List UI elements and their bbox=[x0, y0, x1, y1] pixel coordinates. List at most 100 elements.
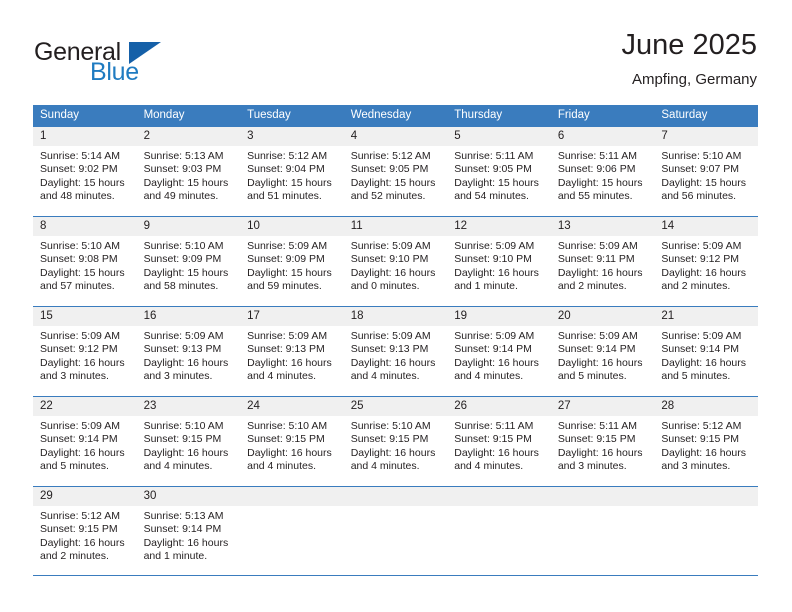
day-number: 13 bbox=[550, 217, 655, 236]
day-cell[interactable]: 18 Sunrise: 5:09 AM Sunset: 9:13 PM Dayligh… bbox=[343, 306, 448, 397]
daylight-text-line2: and 51 minutes. bbox=[247, 190, 322, 203]
weekday-header-thursday: Thursday bbox=[447, 105, 551, 127]
daylight-text-line2: and 4 minutes. bbox=[143, 460, 213, 473]
day-cell[interactable]: 8 Sunrise: 5:10 AM Sunset: 9:08 PM Daylight… bbox=[33, 216, 137, 307]
daylight-text-line2: and 4 minutes. bbox=[350, 460, 420, 473]
day-details: Sunrise: 5:09 AM Sunset: 9:13 PM Daylight:… bbox=[137, 326, 241, 384]
day-cell[interactable]: 2 Sunrise: 5:13 AM Sunset: 9:03 PM Daylight… bbox=[136, 126, 241, 217]
day-number: 3 bbox=[240, 127, 344, 146]
day-number bbox=[654, 487, 758, 506]
sunset-text: Sunset: 9:14 PM bbox=[143, 523, 222, 536]
day-cell[interactable]: 4 Sunrise: 5:12 AM Sunset: 9:05 PM Daylight… bbox=[343, 126, 448, 217]
day-details: Sunrise: 5:11 AM Sunset: 9:15 PM Daylight:… bbox=[447, 416, 551, 474]
day-number: 29 bbox=[33, 487, 137, 506]
day-number: 4 bbox=[343, 127, 448, 146]
day-cell[interactable]: 29 Sunrise: 5:12 AM Sunset: 9:15 PM Dayligh… bbox=[33, 486, 137, 576]
day-cell[interactable]: 6 Sunrise: 5:11 AM Sunset: 9:06 PM Daylight… bbox=[550, 126, 655, 217]
daylight-text-line2: and 3 minutes. bbox=[661, 460, 731, 473]
day-cell[interactable]: 21 Sunrise: 5:09 AM Sunset: 9:14 PM Dayligh… bbox=[654, 306, 758, 397]
day-cell[interactable]: 16 Sunrise: 5:09 AM Sunset: 9:13 PM Dayligh… bbox=[136, 306, 241, 397]
sunset-text: Sunset: 9:09 PM bbox=[143, 253, 222, 266]
day-number: 1 bbox=[33, 127, 137, 146]
day-cell[interactable]: 19 Sunrise: 5:09 AM Sunset: 9:14 PM Dayligh… bbox=[447, 306, 551, 397]
sunrise-text: Sunrise: 5:09 AM bbox=[557, 330, 638, 342]
sunset-text: Sunset: 9:15 PM bbox=[557, 433, 636, 446]
daylight-text-line1: Daylight: 16 hours bbox=[557, 446, 643, 459]
weekday-header-wednesday: Wednesday bbox=[343, 105, 448, 127]
day-cell[interactable]: 26 Sunrise: 5:11 AM Sunset: 9:15 PM Dayligh… bbox=[447, 396, 551, 487]
calendar-week-row: 8 Sunrise: 5:10 AM Sunset: 9:08 PM Daylight… bbox=[33, 216, 758, 307]
day-number: 24 bbox=[240, 397, 344, 416]
daylight-text-line2: and 1 minute. bbox=[454, 280, 518, 293]
day-cell[interactable]: 3 Sunrise: 5:12 AM Sunset: 9:04 PM Daylight… bbox=[240, 126, 344, 217]
daylight-text-line2: and 3 minutes. bbox=[143, 370, 213, 383]
day-details: Sunrise: 5:12 AM Sunset: 9:05 PM Daylight:… bbox=[344, 146, 448, 204]
day-number: 23 bbox=[136, 397, 241, 416]
day-number: 20 bbox=[550, 307, 655, 326]
day-details: Sunrise: 5:09 AM Sunset: 9:14 PM Daylight:… bbox=[33, 416, 137, 474]
calendar-page: General Blue June 2025 Ampfing, Germany … bbox=[0, 0, 792, 612]
day-cell-empty bbox=[343, 486, 448, 576]
sunrise-text: Sunrise: 5:11 AM bbox=[454, 150, 534, 162]
day-cell[interactable]: 22 Sunrise: 5:09 AM Sunset: 9:14 PM Dayligh… bbox=[33, 396, 137, 487]
day-cell[interactable]: 30 Sunrise: 5:13 AM Sunset: 9:14 PM Dayligh… bbox=[136, 486, 241, 576]
day-cell[interactable]: 10 Sunrise: 5:09 AM Sunset: 9:09 PM Dayligh… bbox=[240, 216, 344, 307]
day-details: Sunrise: 5:09 AM Sunset: 9:14 PM Daylight:… bbox=[447, 326, 551, 384]
daylight-text-line1: Daylight: 15 hours bbox=[247, 176, 332, 189]
day-cell[interactable]: 25 Sunrise: 5:10 AM Sunset: 9:15 PM Dayligh… bbox=[343, 396, 448, 487]
sunset-text: Sunset: 9:14 PM bbox=[661, 343, 740, 356]
weekday-header-friday: Friday bbox=[550, 105, 655, 127]
brand-logo[interactable]: General Blue bbox=[33, 28, 263, 90]
daylight-text-line2: and 5 minutes. bbox=[661, 370, 731, 383]
sunset-text: Sunset: 9:03 PM bbox=[143, 163, 222, 176]
day-cell[interactable]: 27 Sunrise: 5:11 AM Sunset: 9:15 PM Dayligh… bbox=[550, 396, 655, 487]
day-cell[interactable]: 1 Sunrise: 5:14 AM Sunset: 9:02 PM Daylight… bbox=[33, 126, 137, 217]
day-cell[interactable]: 12 Sunrise: 5:09 AM Sunset: 9:10 PM Dayligh… bbox=[447, 216, 551, 307]
daylight-text-line2: and 55 minutes. bbox=[557, 190, 633, 203]
day-number bbox=[447, 487, 551, 506]
day-cell[interactable]: 28 Sunrise: 5:12 AM Sunset: 9:15 PM Dayligh… bbox=[654, 396, 758, 487]
day-cell[interactable]: 11 Sunrise: 5:09 AM Sunset: 9:10 PM Dayligh… bbox=[343, 216, 448, 307]
sunset-text: Sunset: 9:10 PM bbox=[350, 253, 429, 266]
day-cell[interactable]: 15 Sunrise: 5:09 AM Sunset: 9:12 PM Dayligh… bbox=[33, 306, 137, 397]
sunrise-text: Sunrise: 5:09 AM bbox=[143, 330, 224, 342]
daylight-text-line1: Daylight: 16 hours bbox=[454, 356, 539, 369]
day-number: 5 bbox=[447, 127, 551, 146]
day-cell[interactable]: 9 Sunrise: 5:10 AM Sunset: 9:09 PM Daylight… bbox=[136, 216, 241, 307]
calendar-week-row: 1 Sunrise: 5:14 AM Sunset: 9:02 PM Daylight… bbox=[33, 126, 758, 217]
day-cell[interactable]: 20 Sunrise: 5:09 AM Sunset: 9:14 PM Dayligh… bbox=[550, 306, 655, 397]
day-number: 21 bbox=[654, 307, 758, 326]
day-details: Sunrise: 5:09 AM Sunset: 9:13 PM Daylight:… bbox=[344, 326, 448, 384]
sunset-text: Sunset: 9:14 PM bbox=[557, 343, 636, 356]
page-header: General Blue June 2025 Ampfing, Germany bbox=[33, 28, 757, 98]
day-details: Sunrise: 5:09 AM Sunset: 9:09 PM Daylight:… bbox=[240, 236, 344, 294]
daylight-text-line1: Daylight: 16 hours bbox=[661, 266, 747, 279]
day-cell[interactable]: 5 Sunrise: 5:11 AM Sunset: 9:05 PM Daylight… bbox=[447, 126, 551, 217]
daylight-text-line2: and 48 minutes. bbox=[40, 190, 115, 203]
calendar-week-row: 22 Sunrise: 5:09 AM Sunset: 9:14 PM Dayligh… bbox=[33, 396, 758, 487]
sunrise-text: Sunrise: 5:10 AM bbox=[143, 240, 224, 252]
day-details: Sunrise: 5:10 AM Sunset: 9:08 PM Daylight:… bbox=[33, 236, 137, 294]
daylight-text-line1: Daylight: 16 hours bbox=[350, 446, 436, 459]
sunrise-text: Sunrise: 5:09 AM bbox=[557, 240, 638, 252]
sunset-text: Sunset: 9:15 PM bbox=[247, 433, 325, 446]
day-cell[interactable]: 14 Sunrise: 5:09 AM Sunset: 9:12 PM Dayligh… bbox=[654, 216, 758, 307]
day-cell[interactable]: 24 Sunrise: 5:10 AM Sunset: 9:15 PM Dayligh… bbox=[240, 396, 344, 487]
weekday-header-tuesday: Tuesday bbox=[240, 105, 344, 127]
day-details: Sunrise: 5:12 AM Sunset: 9:04 PM Daylight:… bbox=[240, 146, 344, 204]
daylight-text-line1: Daylight: 15 hours bbox=[661, 176, 747, 189]
day-cell[interactable]: 13 Sunrise: 5:09 AM Sunset: 9:11 PM Dayligh… bbox=[550, 216, 655, 307]
day-details: Sunrise: 5:11 AM Sunset: 9:06 PM Daylight:… bbox=[551, 146, 655, 204]
daylight-text-line2: and 4 minutes. bbox=[350, 370, 420, 383]
sunrise-text: Sunrise: 5:09 AM bbox=[454, 330, 535, 342]
daylight-text-line2: and 49 minutes. bbox=[143, 190, 219, 203]
sunrise-text: Sunrise: 5:09 AM bbox=[247, 330, 328, 342]
day-details: Sunrise: 5:10 AM Sunset: 9:15 PM Daylight:… bbox=[344, 416, 448, 474]
day-cell[interactable]: 7 Sunrise: 5:10 AM Sunset: 9:07 PM Daylight… bbox=[654, 126, 758, 217]
day-cell[interactable]: 17 Sunrise: 5:09 AM Sunset: 9:13 PM Dayligh… bbox=[240, 306, 344, 397]
daylight-text-line2: and 5 minutes. bbox=[40, 460, 109, 473]
day-cell[interactable]: 23 Sunrise: 5:10 AM Sunset: 9:15 PM Dayligh… bbox=[136, 396, 241, 487]
day-number: 7 bbox=[654, 127, 758, 146]
day-details: Sunrise: 5:09 AM Sunset: 9:11 PM Daylight:… bbox=[551, 236, 655, 294]
calendar-week-row: 15 Sunrise: 5:09 AM Sunset: 9:12 PM Dayligh… bbox=[33, 306, 758, 397]
